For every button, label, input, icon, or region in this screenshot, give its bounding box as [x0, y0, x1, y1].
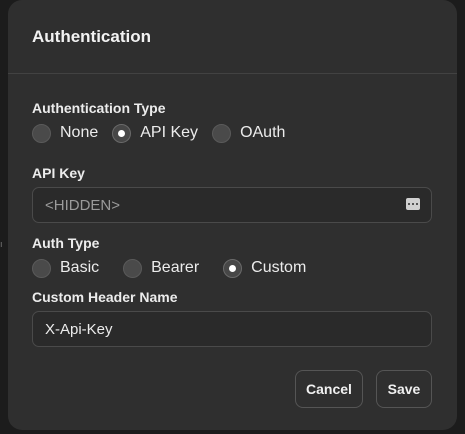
auth-type-oauth-label: OAuth — [240, 124, 286, 141]
authentication-type-label: Authentication Type — [32, 100, 166, 116]
background-glyph: ı — [0, 240, 3, 250]
custom-header-name-label: Custom Header Name — [32, 289, 178, 305]
auth-type-bearer-option[interactable]: Bearer — [123, 258, 200, 278]
radio-unchecked-icon[interactable] — [32, 123, 51, 143]
authentication-type-radio-group: None API Key OAuth — [32, 122, 433, 144]
auth-type-label: Auth Type — [32, 235, 100, 251]
auth-type-api-key-label: API Key — [140, 124, 199, 141]
authentication-dialog: Authentication Authentication Type None … — [8, 0, 457, 430]
dialog-title: Authentication — [32, 27, 151, 46]
auth-type-none-option[interactable]: None — [32, 123, 99, 143]
dialog-footer: Cancel Save — [295, 370, 432, 408]
auth-type-custom-option[interactable]: Custom — [223, 258, 307, 278]
save-button[interactable]: Save — [376, 370, 432, 408]
radio-unchecked-icon[interactable] — [212, 123, 232, 143]
auth-type-custom-label: Custom — [251, 259, 307, 276]
custom-header-name-value: X-Api-Key — [45, 320, 113, 338]
api-key-label: API Key — [32, 165, 85, 181]
radio-checked-icon[interactable] — [223, 258, 243, 278]
radio-checked-icon[interactable] — [112, 123, 132, 143]
auth-type-api-key-option[interactable]: API Key — [112, 123, 199, 143]
auth-type-bearer-label: Bearer — [151, 259, 200, 276]
custom-header-name-input[interactable]: X-Api-Key — [32, 311, 432, 347]
auth-type-oauth-option[interactable]: OAuth — [212, 123, 286, 143]
dialog-body: Authentication Type None API Key OAuth A… — [8, 74, 457, 347]
auth-type-radio-group: Basic Bearer Custom — [32, 257, 433, 279]
radio-unchecked-icon[interactable] — [123, 258, 143, 278]
radio-unchecked-icon[interactable] — [32, 258, 51, 278]
api-key-input[interactable]: <HIDDEN> — [32, 187, 432, 223]
auth-type-none-label: None — [60, 124, 99, 141]
more-icon[interactable] — [406, 198, 420, 210]
auth-type-basic-label: Basic — [60, 259, 100, 276]
api-key-placeholder: <HIDDEN> — [45, 196, 121, 214]
auth-type-basic-option[interactable]: Basic — [32, 258, 100, 278]
dialog-header: Authentication — [8, 0, 457, 74]
cancel-button[interactable]: Cancel — [295, 370, 363, 408]
